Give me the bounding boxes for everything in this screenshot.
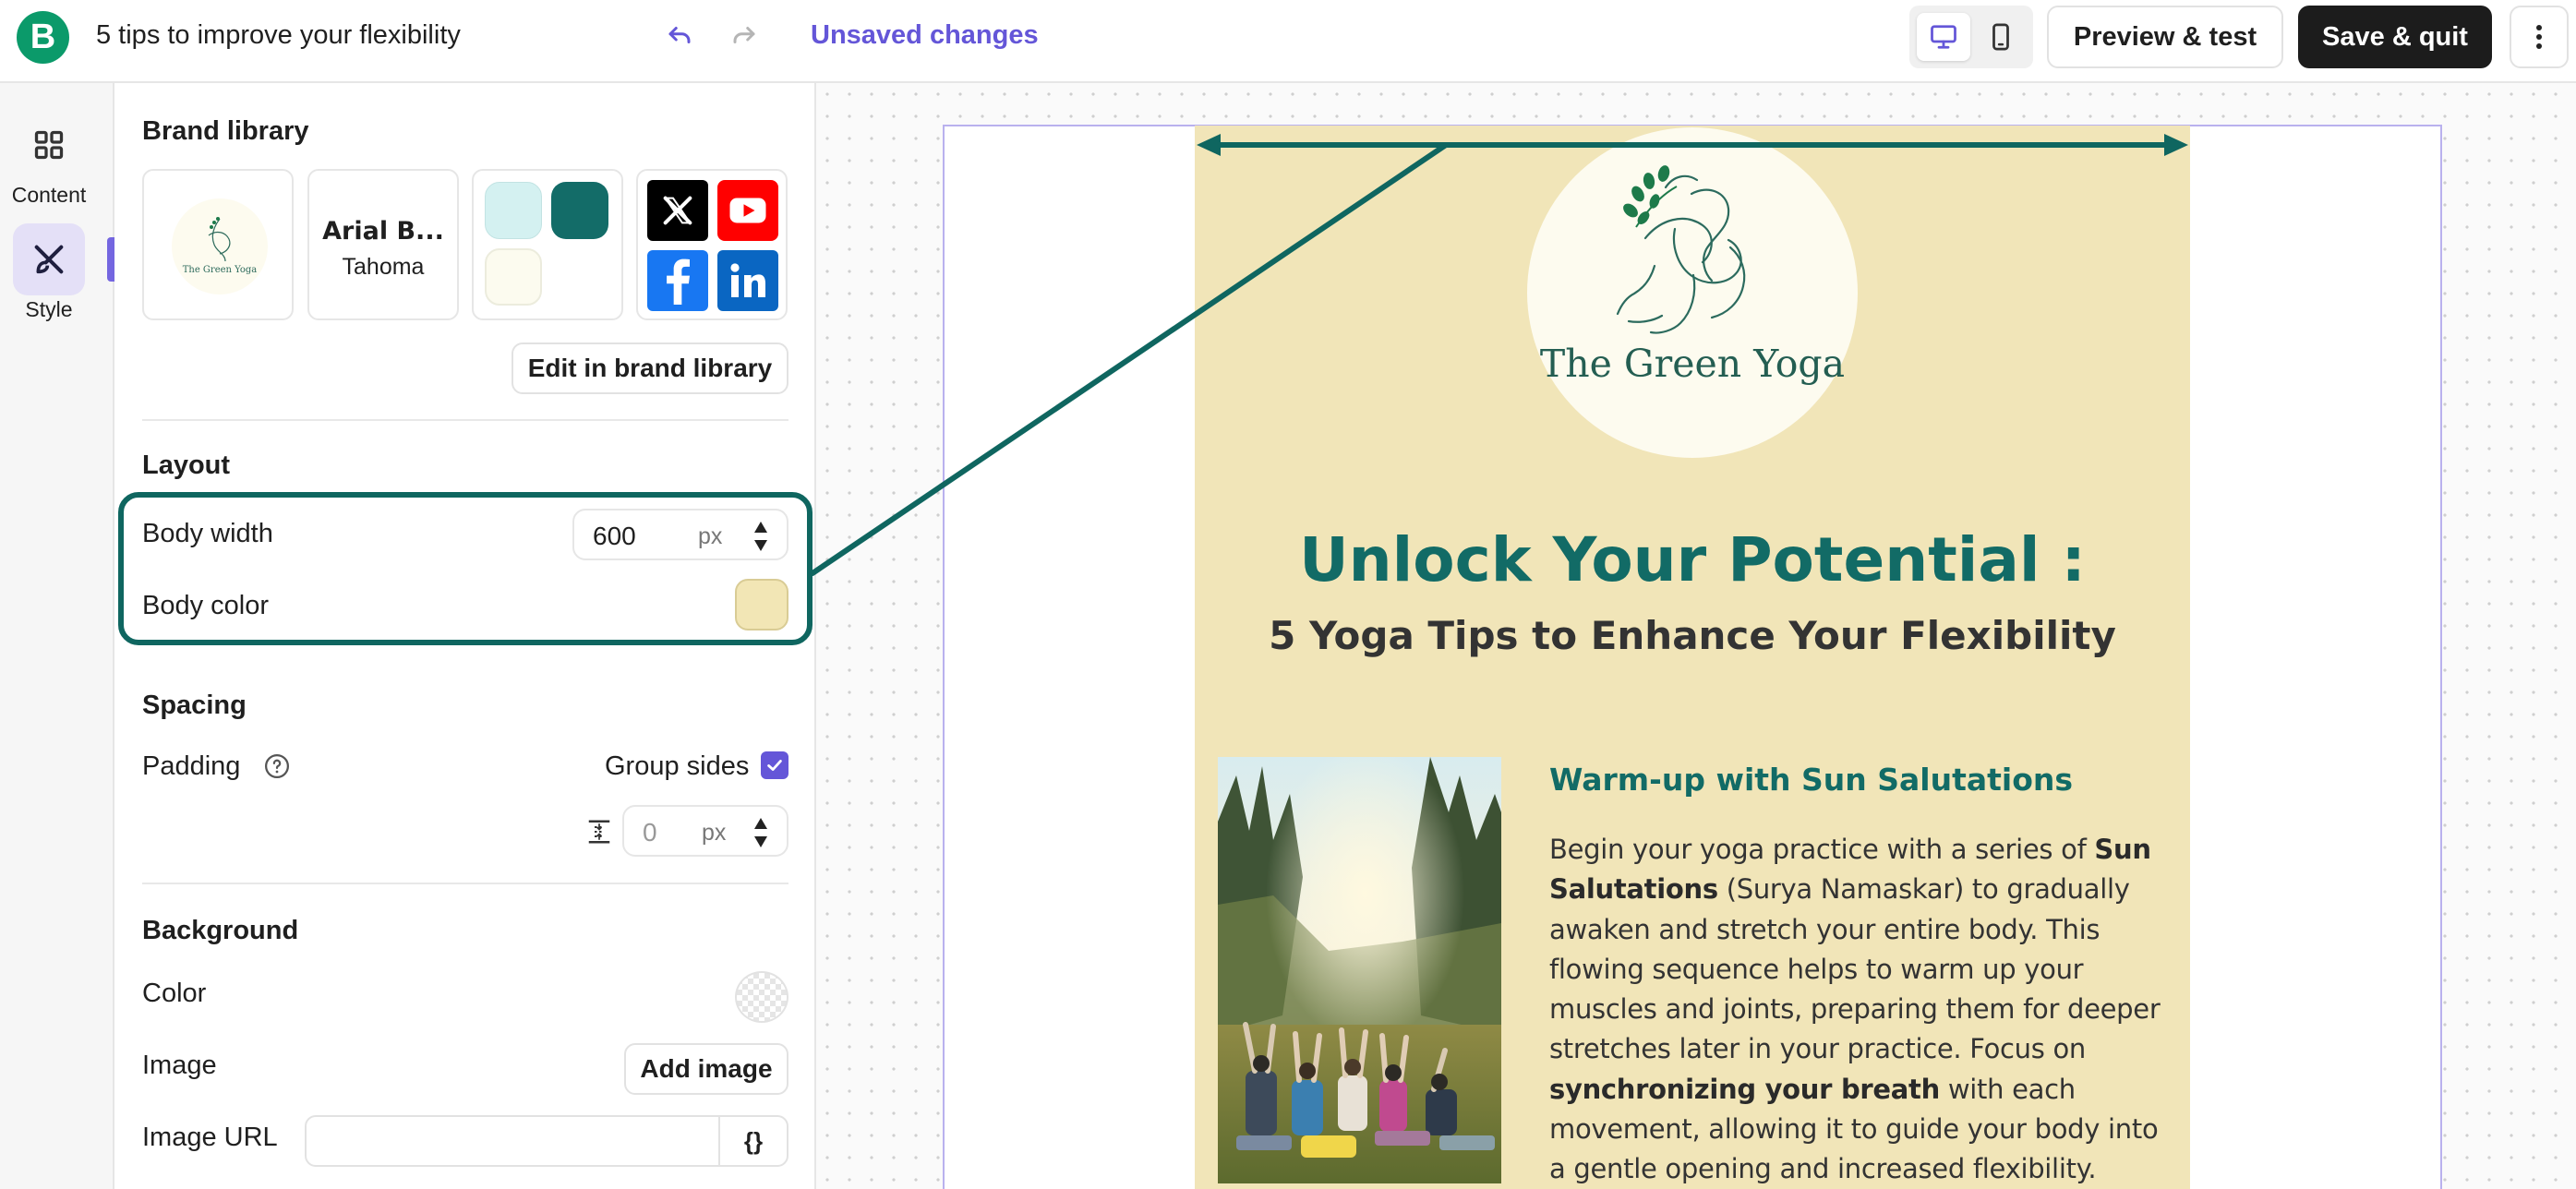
brand-colors-card[interactable] xyxy=(472,169,623,320)
padding-label: Padding xyxy=(142,751,241,781)
layout-title: Layout xyxy=(142,450,231,480)
mobile-view-button[interactable] xyxy=(1974,13,2028,61)
mobile-icon xyxy=(1992,23,2009,51)
padding-all-sides-icon xyxy=(585,818,613,846)
section-divider xyxy=(142,419,788,421)
linkedin-icon xyxy=(717,250,778,311)
body-color-swatch[interactable] xyxy=(735,579,788,631)
email-title[interactable]: Unlock Your Potential : xyxy=(1195,524,2190,595)
group-sides-label: Group sides xyxy=(605,751,750,781)
more-options-button[interactable] xyxy=(2510,6,2569,68)
background-image-label: Image xyxy=(142,1051,217,1080)
body-width-stepper[interactable]: 600 px xyxy=(572,509,788,560)
email-logo-text: The Green Yoga xyxy=(1539,342,1846,386)
padding-stepper[interactable]: 0 px xyxy=(622,805,788,857)
document-title[interactable]: 5 tips to improve your flexibility xyxy=(96,20,461,51)
youtube-icon xyxy=(717,180,778,241)
email-paragraph[interactable]: Begin your yoga practice with a series o… xyxy=(1549,830,2173,1189)
preview-test-button[interactable]: Preview & test xyxy=(2047,6,2283,68)
x-icon xyxy=(647,180,708,241)
add-image-button[interactable]: Add image xyxy=(624,1043,788,1095)
background-color-swatch[interactable] xyxy=(735,971,788,1023)
brand-socials-card[interactable] xyxy=(636,169,788,320)
body-width-label: Body width xyxy=(142,519,273,548)
email-section-heading[interactable]: Warm-up with Sun Salutations xyxy=(1549,762,2073,798)
checkmark-icon xyxy=(767,760,782,771)
facebook-icon xyxy=(647,250,708,311)
brand-logo-card[interactable]: The Green Yoga xyxy=(142,169,294,320)
brand-font-primary: Arial B... xyxy=(322,217,444,246)
padding-unit: px xyxy=(702,820,727,846)
save-quit-button[interactable]: Save & quit xyxy=(2298,6,2492,68)
brush-icon xyxy=(13,223,85,295)
rail-item-label: Style xyxy=(25,297,73,321)
rail-item-label: Content xyxy=(11,183,87,207)
body-width-unit: px xyxy=(698,523,723,549)
brand-fonts-card[interactable]: Arial B... Tahoma xyxy=(307,169,459,320)
brand-color-swatch xyxy=(551,182,608,239)
stepper-arrows-icon[interactable] xyxy=(750,516,772,557)
email-logo-circle[interactable] xyxy=(1527,127,1858,458)
group-sides-checkbox[interactable] xyxy=(761,751,788,779)
yoga-figure-icon xyxy=(1616,165,1746,334)
desktop-view-button[interactable] xyxy=(1917,13,1970,61)
redo-icon[interactable] xyxy=(729,20,759,50)
brand-logo-thumb: The Green Yoga xyxy=(172,198,268,294)
rail-active-indicator xyxy=(107,237,114,282)
style-settings-panel: Brand library The Green Yoga Arial B... … xyxy=(114,83,816,1189)
device-toggle xyxy=(1909,6,2033,68)
kebab-menu-icon xyxy=(2536,25,2542,49)
rail-item-content[interactable]: Content xyxy=(0,109,98,208)
yoga-class-photo[interactable] xyxy=(1218,757,1501,1183)
top-bar: B 5 tips to improve your flexibility Uns… xyxy=(0,0,2576,83)
desktop-icon xyxy=(1931,25,1956,49)
background-color-label: Color xyxy=(142,979,207,1008)
undo-icon[interactable] xyxy=(665,20,694,50)
brand-color-swatch xyxy=(485,182,542,239)
paragraph-text: Begin your yoga practice with a series o… xyxy=(1549,834,2095,865)
grid-icon xyxy=(13,109,85,181)
spacing-title: Spacing xyxy=(142,691,247,720)
body-width-value[interactable]: 600 xyxy=(593,522,636,551)
brand-logo-text: The Green Yoga xyxy=(182,265,258,275)
padding-value[interactable]: 0 xyxy=(643,818,657,847)
unsaved-status: Unsaved changes xyxy=(811,20,1039,50)
rail-item-style[interactable]: Style xyxy=(0,223,98,322)
background-title: Background xyxy=(142,916,299,945)
paragraph-bold: synchronizing your breath xyxy=(1549,1073,1940,1105)
email-subtitle[interactable]: 5 Yoga Tips to Enhance Your Flexibility xyxy=(1195,613,2190,658)
brand-color-swatch xyxy=(485,248,542,306)
image-url-label: Image URL xyxy=(142,1123,278,1152)
body-color-label: Body color xyxy=(142,591,270,620)
brand-font-secondary: Tahoma xyxy=(342,254,425,280)
brand-library-title: Brand library xyxy=(142,116,309,146)
help-icon[interactable] xyxy=(263,752,291,780)
section-divider xyxy=(142,883,788,884)
app-logo-letter: B xyxy=(30,18,56,56)
stepper-arrows-icon[interactable] xyxy=(750,812,772,853)
edit-brand-library-button[interactable]: Edit in brand library xyxy=(512,342,788,394)
left-rail: Content Style xyxy=(0,83,114,1189)
app-logo[interactable]: B xyxy=(17,11,69,64)
merge-tag-button[interactable]: {} xyxy=(718,1117,787,1165)
image-url-input[interactable]: {} xyxy=(305,1115,788,1167)
